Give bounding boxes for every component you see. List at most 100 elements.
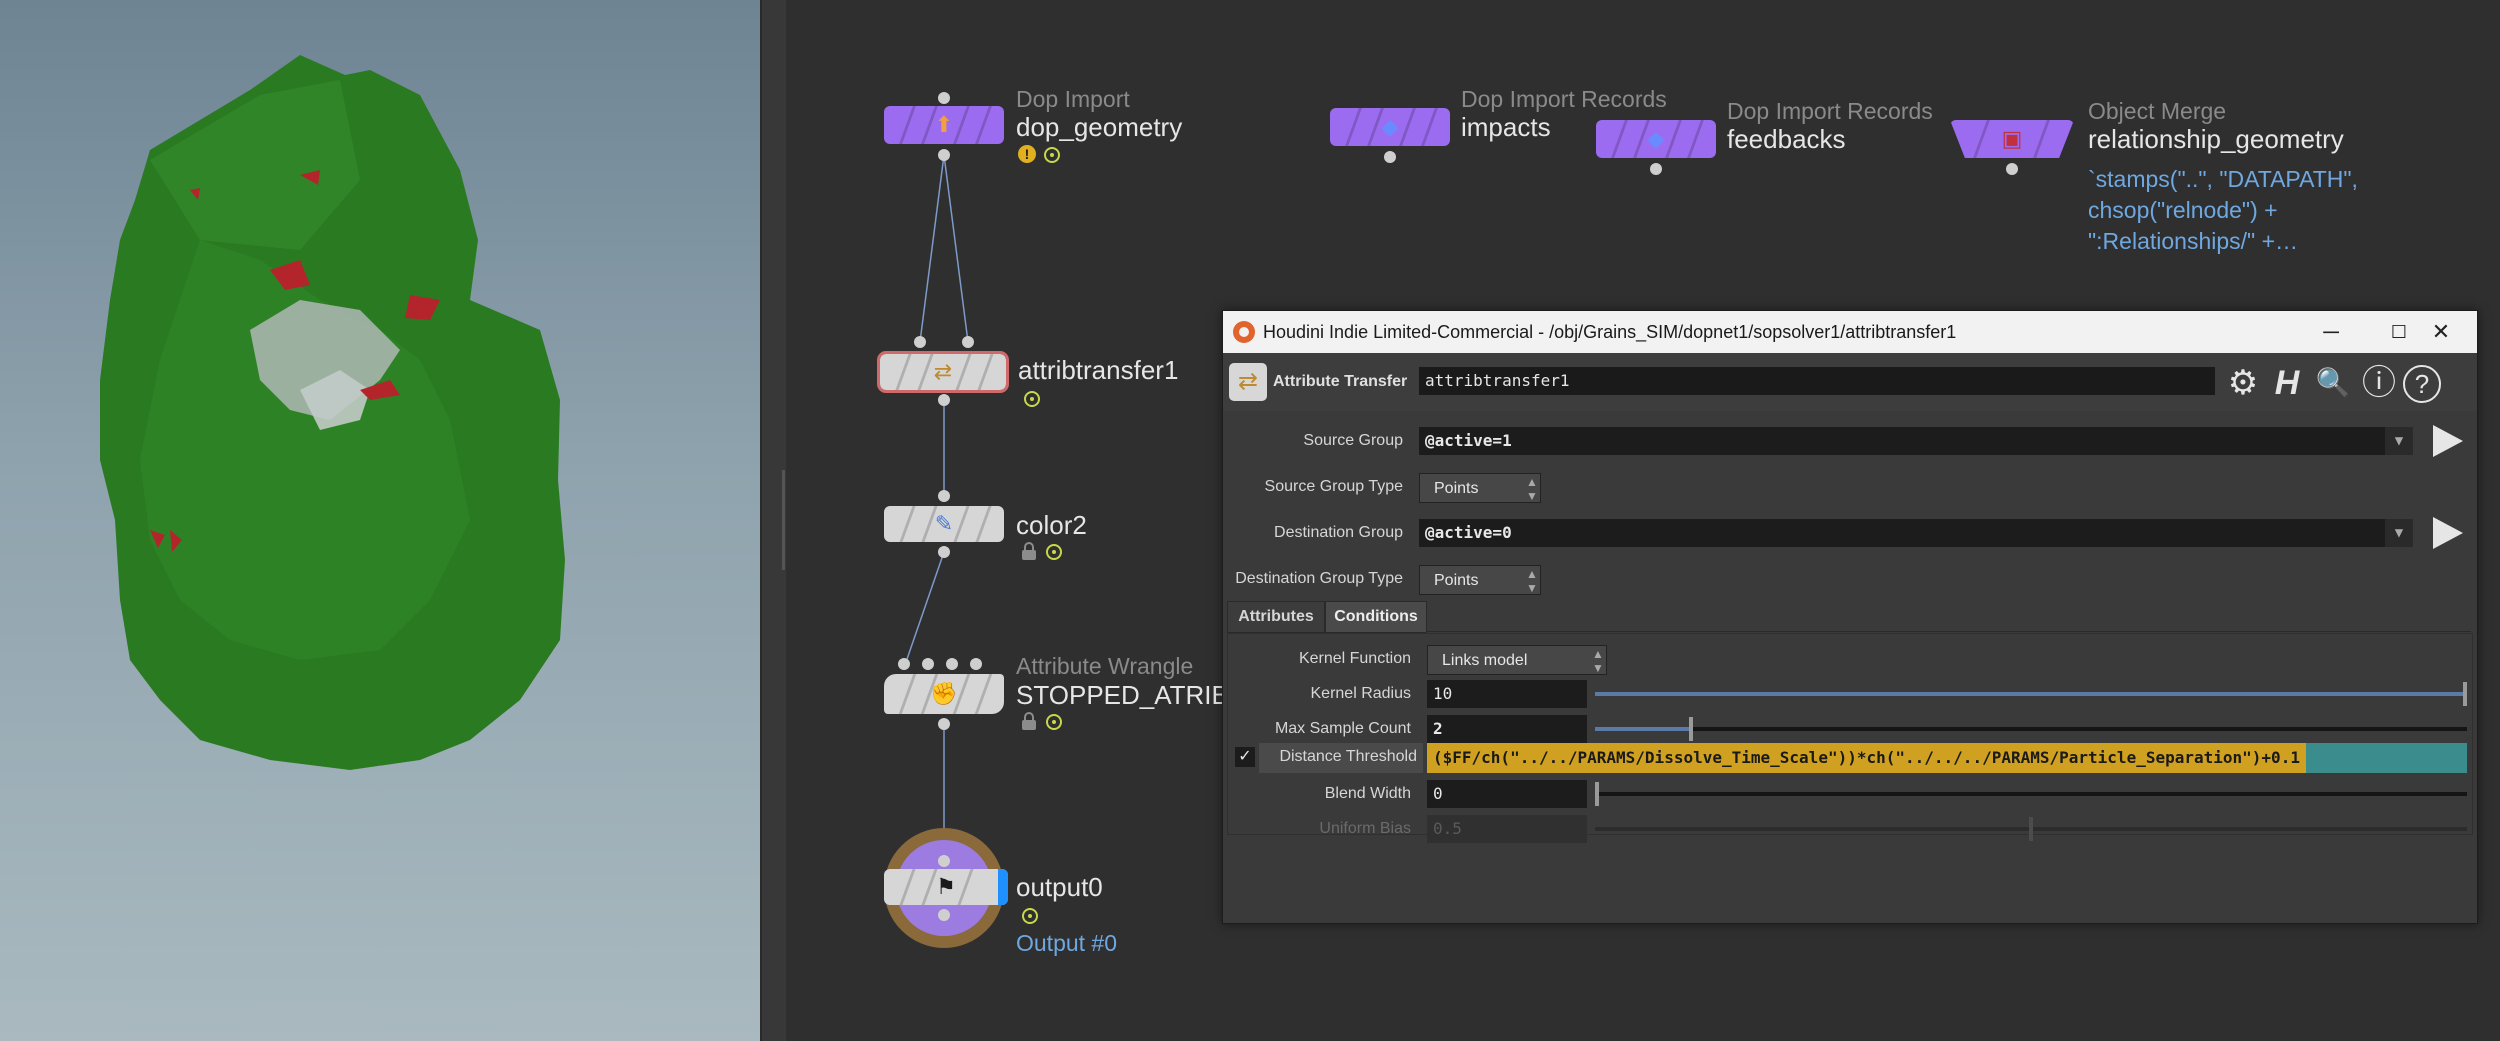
input-port[interactable] (946, 658, 958, 670)
node-body[interactable]: ✎ (884, 506, 1004, 542)
output-port[interactable] (938, 909, 950, 921)
node-body[interactable]: ⬆ (884, 106, 1004, 144)
node-body[interactable]: ◆ (1330, 108, 1450, 146)
slider-handle (2029, 817, 2033, 841)
blend-width-label: Blend Width (1324, 785, 1411, 802)
input-port[interactable] (922, 658, 934, 670)
input-port[interactable] (938, 855, 950, 867)
slider-fill (1595, 727, 1691, 731)
destination-group-type-menu[interactable]: Points ▲ ▼ (1419, 565, 1541, 595)
gear-icon[interactable]: ⚙ (2223, 363, 2263, 403)
chevron-down-icon[interactable]: ▼ (2385, 519, 2413, 547)
output-port[interactable] (2006, 163, 2018, 175)
node-body[interactable]: ✊ (884, 674, 1004, 714)
input-port[interactable] (898, 658, 910, 670)
node-header: ⇄ Attribute Transfer attribtransfer1 ⚙ H… (1223, 353, 2477, 411)
output-port[interactable] (938, 394, 950, 406)
help-icon[interactable]: ? (2403, 365, 2441, 403)
selection-arrow-icon[interactable] (2433, 517, 2463, 549)
node-name-label[interactable]: impacts (1461, 112, 1551, 143)
max-sample-count-field[interactable]: 2 (1427, 715, 1587, 743)
input-port[interactable] (938, 92, 950, 104)
output-port[interactable] (938, 718, 950, 730)
kernel-radius-label: Kernel Radius (1310, 685, 1412, 702)
dop-import-records-icon: ◆ (1647, 126, 1665, 151)
node-body[interactable]: ⇄ (877, 351, 1009, 393)
slider-handle[interactable] (1688, 717, 1693, 741)
source-group-field[interactable]: @active=1 ▼ (1419, 427, 2413, 455)
input-port[interactable] (962, 336, 974, 348)
uniform-bias-field: 0.5 (1427, 815, 1587, 843)
node-body[interactable]: ◆ (1596, 120, 1716, 158)
node-name-label[interactable]: dop_geometry (1016, 112, 1182, 143)
node-name-label[interactable]: STOPPED_ATRIB (1016, 680, 1229, 711)
houdini-logo-icon (1233, 321, 1255, 343)
lock-icon[interactable] (1022, 542, 1036, 560)
output-port[interactable] (1650, 163, 1662, 175)
output-port[interactable] (938, 546, 950, 558)
output-port[interactable] (938, 149, 950, 161)
viewport[interactable] (0, 0, 760, 1041)
tab-attributes[interactable]: Attributes (1227, 601, 1325, 633)
output-index-label: Output #0 (1016, 930, 1118, 956)
attribute-transfer-icon[interactable]: ⇄ (1229, 363, 1267, 401)
chevron-down-icon[interactable]: ▼ (2385, 427, 2413, 455)
node-body[interactable]: ⚑ (884, 869, 1008, 905)
object-merge-icon: ▣ (2001, 126, 2023, 151)
distance-threshold-expression[interactable]: ($FF/ch("../../PARAMS/Dissolve_Time_Scal… (1427, 743, 2306, 773)
maximize-button[interactable]: ☐ (2379, 317, 2419, 347)
window-title: Houdini Indie Limited-Commercial - /obj/… (1263, 322, 1957, 342)
input-port[interactable] (970, 658, 982, 670)
node-name-field[interactable]: attribtransfer1 (1419, 367, 2215, 395)
input-port[interactable] (938, 490, 950, 502)
kernel-radius-field[interactable]: 10 (1427, 680, 1587, 708)
expression-preview: `stamps("..", "DATAPATH", chsop("relnode… (2088, 166, 2358, 254)
node-name-label[interactable]: color2 (1016, 510, 1087, 541)
close-button[interactable]: ✕ (2421, 317, 2461, 347)
lock-icon[interactable] (1022, 712, 1036, 730)
kernel-function-menu[interactable]: Links model ▲ ▼ (1427, 645, 1607, 675)
pane-divider[interactable] (760, 0, 788, 1041)
slider-handle[interactable] (2463, 682, 2467, 706)
cook-status-icon (1046, 544, 1062, 560)
node-name-label[interactable]: attribtransfer1 (1018, 355, 1178, 386)
node-body[interactable]: ▣ (1950, 120, 2074, 158)
window-titlebar[interactable]: Houdini Indie Limited-Commercial - /obj/… (1223, 311, 2477, 353)
dop-import-icon: ⬆ (934, 112, 954, 137)
destination-group-field[interactable]: @active=0 ▼ (1419, 519, 2413, 547)
node-type-label: Dop Import (1016, 86, 1130, 112)
node-name-label[interactable]: feedbacks (1727, 124, 1846, 155)
slider-fill (1595, 827, 2031, 831)
output-flag-icon: ⚑ (936, 874, 956, 899)
input-port[interactable] (914, 336, 926, 348)
node-name-label[interactable]: output0 (1016, 872, 1103, 903)
node-name-label[interactable]: relationship_geometry (2088, 124, 2344, 155)
source-group-label: Source Group (1303, 432, 1403, 449)
source-group-type-menu[interactable]: Points ▲ ▼ (1419, 473, 1541, 503)
color-icon: ✎ (934, 511, 954, 536)
info-icon[interactable]: ⓘ (2359, 363, 2399, 403)
blend-width-field[interactable]: 0 (1427, 780, 1587, 808)
parameter-window[interactable]: Houdini Indie Limited-Commercial - /obj/… (1222, 310, 2478, 924)
dop-import-records-icon: ◆ (1381, 114, 1399, 139)
kernel-radius-slider[interactable] (1595, 682, 2467, 706)
search-icon[interactable]: 🔍 (2313, 363, 2353, 403)
distance-threshold-label: Distance Threshold (1279, 748, 1417, 765)
display-flag[interactable] (998, 869, 1008, 905)
wire-dop-to-attribtransfer-b (943, 154, 969, 343)
max-sample-count-label: Max Sample Count (1274, 720, 1411, 737)
node-type-label: Dop Import Records (1461, 86, 1667, 112)
minimize-button[interactable]: ─ (2311, 317, 2351, 347)
distance-threshold-checkbox[interactable]: ✓ (1235, 747, 1255, 767)
tab-conditions[interactable]: Conditions (1325, 601, 1427, 633)
distance-threshold-field[interactable]: ($FF/ch("../../PARAMS/Dissolve_Time_Scal… (1427, 743, 2467, 773)
blend-width-slider[interactable] (1595, 782, 2467, 806)
warning-icon[interactable]: ! (1018, 145, 1036, 163)
max-sample-count-slider[interactable] (1595, 717, 2467, 741)
slider-fill (1595, 692, 2467, 696)
houdini-menu-icon[interactable]: H (2267, 363, 2307, 403)
selection-arrow-icon[interactable] (2433, 425, 2463, 457)
slider-handle[interactable] (1595, 782, 1599, 806)
output-port[interactable] (1384, 151, 1396, 163)
divider-grip[interactable] (782, 470, 785, 570)
